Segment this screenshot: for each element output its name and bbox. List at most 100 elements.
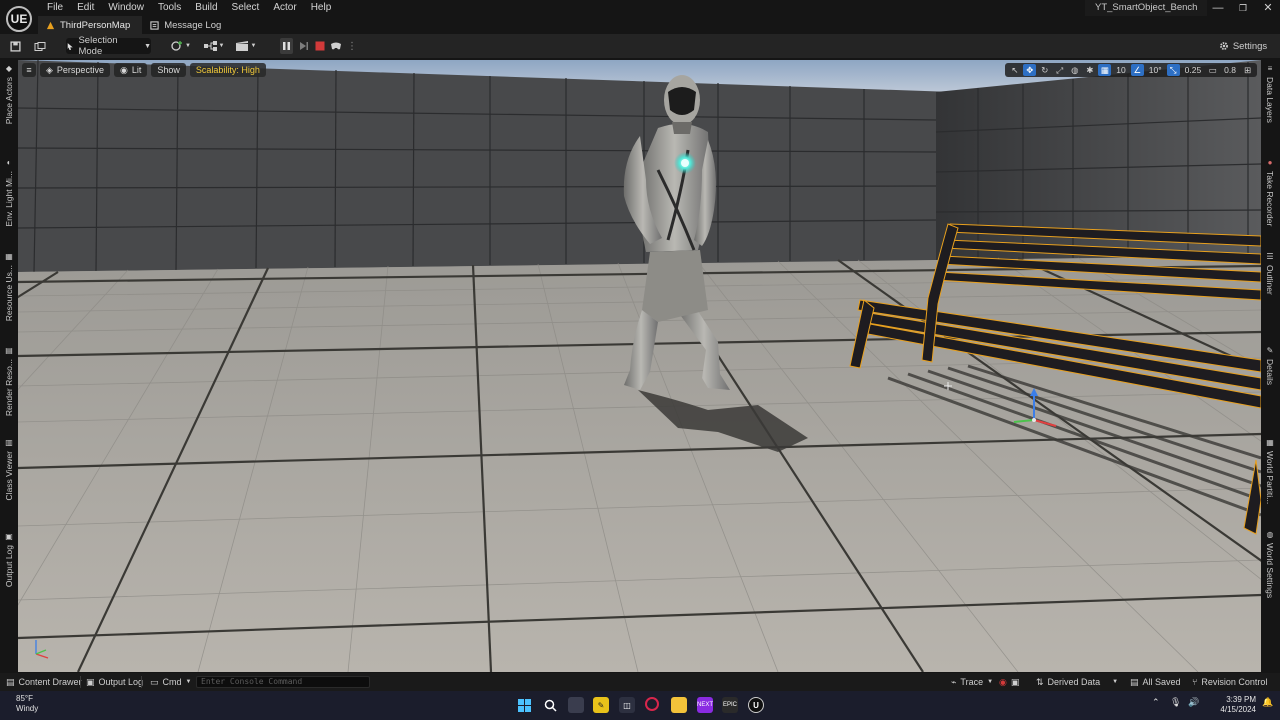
output-log-button[interactable]: ▣ Output Log <box>86 673 143 691</box>
side-tab-label: Output Log <box>4 545 14 588</box>
cinematics-button[interactable]: ▼ <box>234 38 258 54</box>
notification-icon[interactable]: 🔔 <box>1262 697 1273 708</box>
speaker-icon[interactable]: 🔊 <box>1188 697 1199 708</box>
message-log-icon <box>150 20 159 30</box>
settings-button[interactable]: Settings <box>1216 38 1270 54</box>
windows-start-icon[interactable] <box>516 697 532 713</box>
record-trace-button[interactable]: ◉ ▣ <box>999 673 1019 691</box>
tab-thirdpersonmap[interactable]: ThirdPersonMap <box>38 16 143 34</box>
side-tab-world-partition[interactable]: ▦ World Partiti... <box>1261 438 1279 504</box>
blueprint-button[interactable]: ▼ <box>202 38 226 54</box>
side-tab-data-layers[interactable]: ≡ Data Layers <box>1261 64 1279 123</box>
render-resource-icon: ▤ <box>5 346 13 355</box>
world-space-icon[interactable]: ◍ <box>1068 64 1081 76</box>
maximize-viewport-icon[interactable]: ⊞ <box>1241 64 1254 76</box>
tab-message-log[interactable]: Message Log <box>142 16 233 34</box>
sticky-notes-icon[interactable]: ✎ <box>593 697 609 713</box>
console-command-input[interactable]: Enter Console Command <box>196 676 370 688</box>
more-options-icon[interactable]: ⋮ <box>347 38 357 54</box>
camera-speed-value[interactable]: 0.8 <box>1221 65 1239 75</box>
menu-select[interactable]: Select <box>225 2 267 13</box>
unreal-editor-taskbar-icon[interactable]: U <box>748 697 764 713</box>
revision-control-button[interactable]: ⑂ Revision Control <box>1192 673 1267 691</box>
opera-browser-icon[interactable] <box>645 697 659 711</box>
cmd-dropdown[interactable]: ▭ Cmd ▼ <box>150 673 191 691</box>
translate-tool-icon[interactable]: ✥ <box>1023 64 1037 76</box>
side-tab-render-resource[interactable]: ▤ Render Reso... <box>0 346 18 416</box>
table-icon: ▦ <box>5 252 13 261</box>
surface-snap-icon[interactable]: ✱ <box>1083 64 1096 76</box>
tray-overflow-icon[interactable]: ⌃ <box>1152 697 1160 708</box>
menu-tools[interactable]: Tools <box>151 2 188 13</box>
rotation-snap-icon[interactable]: ∠ <box>1130 64 1144 76</box>
rotation-snap-value[interactable]: 10° <box>1146 65 1165 75</box>
scale-snap-value[interactable]: 0.25 <box>1182 65 1205 75</box>
menu-window[interactable]: Window <box>101 2 151 13</box>
menu-edit[interactable]: Edit <box>70 2 101 13</box>
view-mode-dropdown[interactable]: ◉ Lit <box>113 63 148 77</box>
scalability-indicator[interactable]: Scalability: High <box>189 63 266 77</box>
trace-icon: ⌁ <box>951 676 957 687</box>
next-app-icon[interactable]: NEXT <box>697 697 713 713</box>
rotate-tool-icon[interactable]: ↻ <box>1038 64 1051 76</box>
side-tab-world-settings[interactable]: ◍ World Settings <box>1261 530 1279 598</box>
select-tool-icon[interactable]: ↖ <box>1008 64 1021 76</box>
derived-data-label: Derived Data <box>1047 677 1101 687</box>
level-viewport[interactable]: ≡ ◈ Perspective ◉ Lit Show Scalability: … <box>18 60 1261 672</box>
add-actor-button[interactable]: ▼ <box>169 38 193 54</box>
menu-help[interactable]: Help <box>304 2 339 13</box>
weather-widget[interactable]: 85°F Windy <box>16 694 38 714</box>
trace-dropdown[interactable]: ⌁ Trace ▼ <box>951 673 993 691</box>
show-dropdown[interactable]: Show <box>151 63 186 77</box>
save-icon[interactable] <box>8 38 22 54</box>
content-drawer-button[interactable]: ▤ Content Drawer <box>6 673 82 691</box>
selection-mode-dropdown[interactable]: Selection Mode ▼ <box>66 35 151 57</box>
viewport-menu-icon[interactable]: ≡ <box>22 63 36 77</box>
weather-condition: Windy <box>16 704 39 713</box>
side-tab-details[interactable]: ✎ Details <box>1261 346 1279 385</box>
minimize-button[interactable]: — <box>1206 0 1230 16</box>
grid-snap-value[interactable]: 10 <box>1113 65 1128 75</box>
perspective-dropdown[interactable]: ◈ Perspective <box>40 63 110 77</box>
add-actor-icon <box>171 41 183 51</box>
side-tab-place-actors[interactable]: ◆ Place Actors <box>0 64 18 124</box>
menu-file[interactable]: File <box>40 2 70 13</box>
system-clock[interactable]: 3:39 PM 4/15/2024 <box>1220 695 1256 715</box>
epic-games-icon[interactable]: EPIC <box>722 697 738 713</box>
scale-tool-icon[interactable]: ⤢ <box>1053 64 1066 76</box>
side-tab-output-log[interactable]: ▣ Output Log <box>0 532 18 587</box>
all-saved-button[interactable]: ▤ All Saved <box>1130 673 1181 691</box>
frame-skip-button[interactable] <box>297 38 310 54</box>
outliner-icon: ☰ <box>1266 252 1274 261</box>
blueprint-icon <box>203 41 217 51</box>
eject-button[interactable] <box>329 38 343 54</box>
maximize-button[interactable]: ❐ <box>1231 0 1255 16</box>
menu-actor[interactable]: Actor <box>266 2 303 13</box>
microphone-icon[interactable]: 🎙 <box>1170 697 1181 708</box>
menu-build[interactable]: Build <box>188 2 224 13</box>
snipping-tool-icon[interactable]: ◫ <box>619 697 635 713</box>
camera-speed-icon[interactable]: ▭ <box>1206 64 1219 76</box>
side-tab-outliner[interactable]: ☰ Outliner <box>1261 252 1279 295</box>
task-view-icon[interactable] <box>568 697 584 713</box>
viewport-toolbar-left: ≡ ◈ Perspective ◉ Lit Show Scalability: … <box>22 63 266 77</box>
side-tab-resource-usage[interactable]: ▦ Resource Us... <box>0 252 18 321</box>
stop-button[interactable] <box>313 38 326 54</box>
viewport-scene[interactable] <box>18 60 1261 672</box>
grid-icon: ▦ <box>1266 438 1274 447</box>
grid-snap-icon[interactable]: ▦ <box>1098 64 1112 76</box>
side-tab-class-viewer[interactable]: ▥ Class Viewer <box>0 438 18 500</box>
close-button[interactable]: ✕ <box>1256 0 1280 16</box>
side-tab-env-light-mixer[interactable]: ◐ Env. Light Mi... <box>0 158 18 227</box>
file-explorer-icon[interactable] <box>671 697 687 713</box>
output-log-label: Output Log <box>98 677 144 687</box>
scale-snap-icon[interactable]: ⤡ <box>1166 64 1180 76</box>
pause-button[interactable] <box>280 38 293 54</box>
tab-label: ThirdPersonMap <box>60 19 131 31</box>
pencil-icon: ✎ <box>1266 346 1274 355</box>
derived-data-dropdown[interactable]: ⇅ Derived Data ▼ <box>1036 673 1118 691</box>
unreal-logo-icon[interactable]: UE <box>6 6 32 32</box>
search-icon[interactable] <box>542 697 558 713</box>
content-browser-icon[interactable] <box>33 38 47 54</box>
side-tab-take-recorder[interactable]: ● Take Recorder <box>1261 158 1279 226</box>
